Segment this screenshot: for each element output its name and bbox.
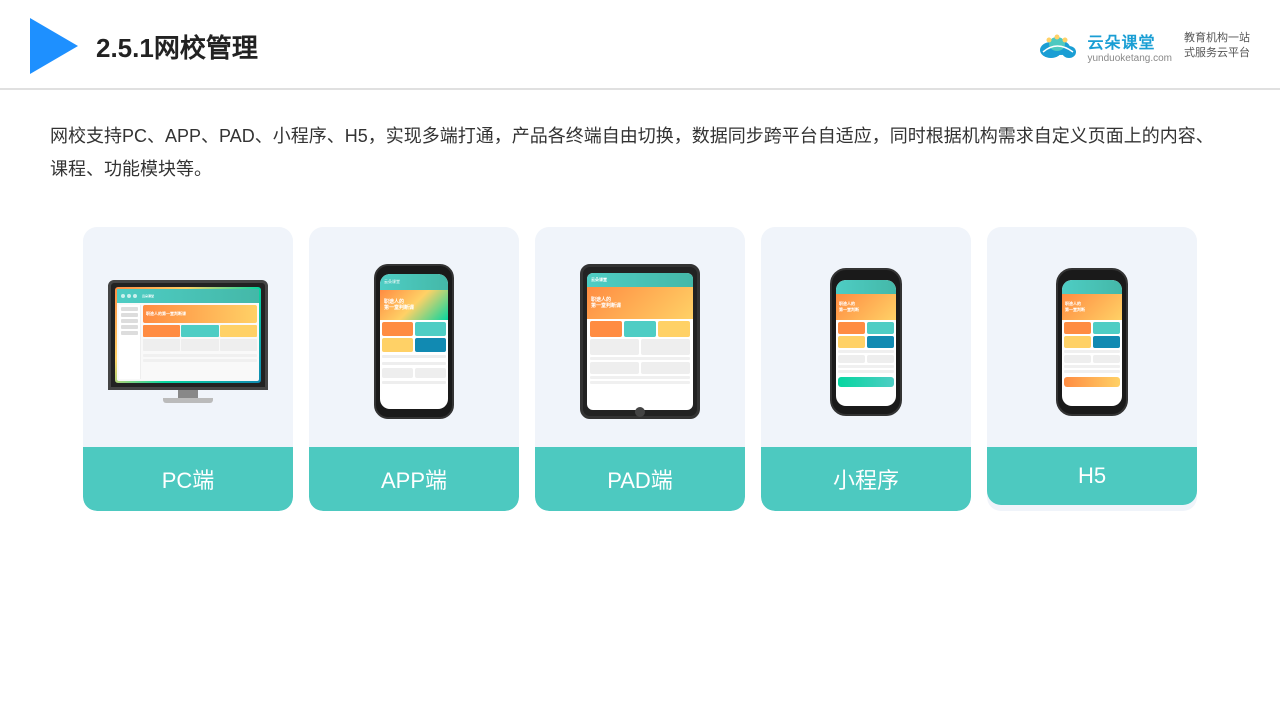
miniapp-label: 小程序: [761, 447, 971, 511]
app-card: 云朵课堂 职途人的第一堂判断课: [309, 227, 519, 511]
h5-label: H5: [987, 447, 1197, 505]
header-right: 云朵课堂 yunduoketang.com 教育机构一站式服务云平台: [1035, 29, 1250, 64]
brand-text-block: 云朵课堂 yunduoketang.com: [1087, 29, 1172, 64]
h5-image-area: 职途人的第一堂判断: [987, 227, 1197, 447]
brand-url: yunduoketang.com: [1087, 53, 1172, 64]
h5-phone-icon: 职途人的第一堂判断: [1056, 268, 1128, 416]
brand-name: 云朵课堂: [1087, 29, 1155, 53]
header: 2.5.1网校管理 云朵课堂 yunduoketang.com 教育机构一站式服…: [0, 0, 1280, 90]
cloud-icon: [1035, 30, 1079, 62]
app-label: APP端: [309, 447, 519, 511]
miniapp-card: 职途人的第一堂判断: [761, 227, 971, 511]
header-left: 2.5.1网校管理: [30, 18, 258, 74]
logo-triangle-icon: [30, 18, 78, 74]
pad-label: PAD端: [535, 447, 745, 511]
pc-label: PC端: [83, 447, 293, 511]
miniapp-image-area: 职途人的第一堂判断: [761, 227, 971, 447]
pc-card: 云朵课堂: [83, 227, 293, 511]
pad-tablet-icon: 云朵课堂 职途人的第一堂判断课: [580, 264, 700, 419]
app-image-area: 云朵课堂 职途人的第一堂判断课: [309, 227, 519, 447]
cards-container: 云朵课堂: [0, 207, 1280, 531]
h5-card: 职途人的第一堂判断: [987, 227, 1197, 511]
miniapp-phone-icon: 职途人的第一堂判断: [830, 268, 902, 416]
page-title: 2.5.1网校管理: [96, 28, 258, 65]
app-phone-icon: 云朵课堂 职途人的第一堂判断课: [374, 264, 454, 419]
brand-slogan: 教育机构一站式服务云平台: [1184, 31, 1250, 62]
pc-image-area: 云朵课堂: [83, 227, 293, 447]
brand-logo: [1035, 30, 1079, 62]
pc-monitor-icon: 云朵课堂: [108, 280, 268, 403]
description-paragraph: 网校支持PC、APP、PAD、小程序、H5，实现多端打通，产品各终端自由切换，数…: [50, 120, 1230, 187]
pad-image-area: 云朵课堂 职途人的第一堂判断课: [535, 227, 745, 447]
description-text: 网校支持PC、APP、PAD、小程序、H5，实现多端打通，产品各终端自由切换，数…: [0, 90, 1280, 197]
pad-card: 云朵课堂 职途人的第一堂判断课: [535, 227, 745, 511]
